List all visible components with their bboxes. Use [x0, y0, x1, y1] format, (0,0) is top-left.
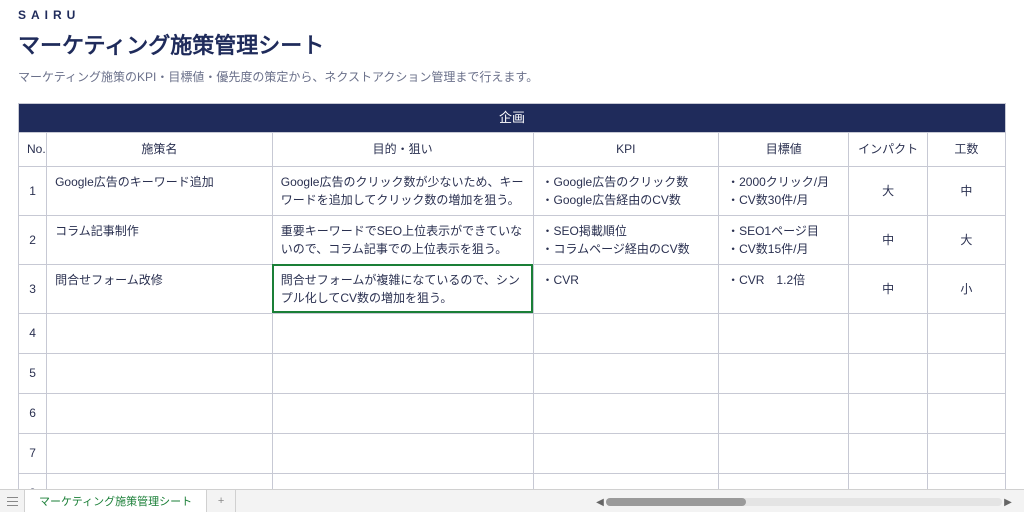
cell-no[interactable]: 5 — [19, 353, 47, 393]
cell-no[interactable]: 6 — [19, 393, 47, 433]
cell-name[interactable]: 問合せフォーム改修 — [47, 264, 273, 313]
cell-target[interactable]: ・SEO1ページ目・CV数15件/月 — [719, 215, 849, 264]
table-row: 1Google広告のキーワード追加Google広告のクリック数が少ないため、キー… — [19, 166, 1006, 215]
cell-effort[interactable] — [927, 433, 1005, 473]
cell-effort[interactable]: 小 — [927, 264, 1005, 313]
sheet-tab-active[interactable]: マーケティング施策管理シート — [25, 490, 207, 512]
horizontal-scrollbar[interactable]: ◀ ▶ — [594, 495, 1014, 509]
col-header-kpi[interactable]: KPI — [533, 132, 719, 166]
spreadsheet-table[interactable]: 企画 No. 施策名 目的・狙い KPI 目標値 インパクト 工数 1Googl… — [18, 103, 1006, 490]
table-row: 8 — [19, 473, 1006, 490]
cell-kpi[interactable] — [533, 313, 719, 353]
cell-impact[interactable] — [849, 313, 927, 353]
col-header-impact[interactable]: インパクト — [849, 132, 927, 166]
cell-name[interactable]: コラム記事制作 — [47, 215, 273, 264]
cell-aim[interactable] — [272, 353, 533, 393]
table-row: 3問合せフォーム改修問合せフォームが複雑になているので、シンプル化してCV数の増… — [19, 264, 1006, 313]
col-header-no[interactable]: No. — [19, 132, 47, 166]
cell-name[interactable] — [47, 473, 273, 490]
add-sheet-button[interactable]: + — [207, 490, 236, 512]
cell-kpi[interactable] — [533, 353, 719, 393]
cell-name[interactable] — [47, 393, 273, 433]
cell-name[interactable] — [47, 353, 273, 393]
group-header: 企画 — [19, 104, 1006, 133]
cell-aim[interactable] — [272, 473, 533, 490]
page-subtitle: マーケティング施策のKPI・目標値・優先度の策定から、ネクストアクション管理まで… — [18, 68, 1006, 85]
cell-impact[interactable]: 中 — [849, 264, 927, 313]
cell-kpi[interactable] — [533, 393, 719, 433]
col-header-name[interactable]: 施策名 — [47, 132, 273, 166]
cell-aim[interactable]: Google広告のクリック数が少ないため、キーワードを追加してクリック数の増加を… — [272, 166, 533, 215]
sheet-tab-bar: マーケティング施策管理シート + ◀ ▶ — [0, 489, 1024, 512]
cell-effort[interactable]: 大 — [927, 215, 1005, 264]
scroll-right-icon[interactable]: ▶ — [1002, 496, 1014, 508]
scrollbar-thumb[interactable] — [606, 498, 746, 506]
cell-kpi[interactable] — [533, 433, 719, 473]
cell-no[interactable]: 3 — [19, 264, 47, 313]
cell-target[interactable] — [719, 433, 849, 473]
cell-target[interactable]: ・CVR 1.2倍 — [719, 264, 849, 313]
col-header-aim[interactable]: 目的・狙い — [272, 132, 533, 166]
cell-kpi[interactable]: ・SEO掲載順位・コラムページ経由のCV数 — [533, 215, 719, 264]
cell-target[interactable]: ・2000クリック/月・CV数30件/月 — [719, 166, 849, 215]
cell-aim[interactable]: 重要キーワードでSEO上位表示ができていないので、コラム記事での上位表示を狙う。 — [272, 215, 533, 264]
cell-impact[interactable]: 中 — [849, 215, 927, 264]
cell-name[interactable]: Google広告のキーワード追加 — [47, 166, 273, 215]
cell-effort[interactable]: 中 — [927, 166, 1005, 215]
cell-impact[interactable] — [849, 353, 927, 393]
cell-no[interactable]: 4 — [19, 313, 47, 353]
cell-name[interactable] — [47, 433, 273, 473]
table-row: 2コラム記事制作重要キーワードでSEO上位表示ができていないので、コラム記事での… — [19, 215, 1006, 264]
table-row: 7 — [19, 433, 1006, 473]
cell-aim[interactable] — [272, 313, 533, 353]
cell-aim[interactable] — [272, 433, 533, 473]
cell-name[interactable] — [47, 313, 273, 353]
col-header-target[interactable]: 目標値 — [719, 132, 849, 166]
scroll-left-icon[interactable]: ◀ — [594, 496, 606, 508]
table-row: 5 — [19, 353, 1006, 393]
cell-kpi[interactable] — [533, 473, 719, 490]
cell-no[interactable]: 7 — [19, 433, 47, 473]
cell-impact[interactable] — [849, 473, 927, 490]
cell-effort[interactable] — [927, 393, 1005, 433]
scrollbar-track[interactable] — [606, 498, 1002, 506]
cell-no[interactable]: 2 — [19, 215, 47, 264]
cell-impact[interactable]: 大 — [849, 166, 927, 215]
sheet-list-button[interactable] — [0, 490, 25, 512]
cell-target[interactable] — [719, 473, 849, 490]
cell-target[interactable] — [719, 313, 849, 353]
col-header-effort[interactable]: 工数 — [927, 132, 1005, 166]
cell-effort[interactable] — [927, 353, 1005, 393]
cell-effort[interactable] — [927, 473, 1005, 490]
cell-impact[interactable] — [849, 433, 927, 473]
cell-impact[interactable] — [849, 393, 927, 433]
cell-target[interactable] — [719, 393, 849, 433]
cell-kpi[interactable]: ・Google広告のクリック数・Google広告経由のCV数 — [533, 166, 719, 215]
cell-target[interactable] — [719, 353, 849, 393]
cell-no[interactable]: 1 — [19, 166, 47, 215]
cell-aim[interactable]: 問合せフォームが複雑になているので、シンプル化してCV数の増加を狙う。 — [272, 264, 533, 313]
page-title: マーケティング施策管理シート — [18, 28, 1006, 60]
cell-no[interactable]: 8 — [19, 473, 47, 490]
brand-label: SAIRU — [18, 8, 1006, 22]
menu-icon — [7, 497, 18, 506]
table-row: 6 — [19, 393, 1006, 433]
cell-aim[interactable] — [272, 393, 533, 433]
cell-kpi[interactable]: ・CVR — [533, 264, 719, 313]
cell-effort[interactable] — [927, 313, 1005, 353]
table-row: 4 — [19, 313, 1006, 353]
